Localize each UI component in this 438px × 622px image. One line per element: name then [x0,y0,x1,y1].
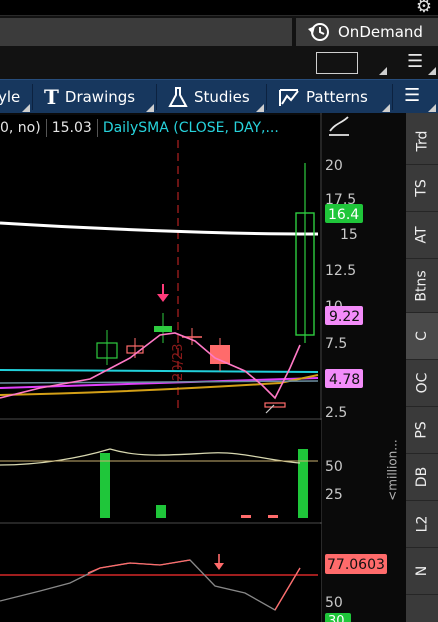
sidebar-tab-ts[interactable]: TS [406,165,438,212]
sidebar-tab-l2[interactable]: L2 [406,501,438,548]
toolbar-divider [392,84,393,110]
volume-unit-label: <million... [386,439,401,501]
ondemand-button[interactable]: OnDemand [296,18,438,46]
ondemand-label: OnDemand [338,23,423,41]
oscillator-pane [0,524,321,622]
right-sidebar: Trd TS AT Btns C OC PS DB L2 N [406,113,438,622]
header-bar: OnDemand [0,15,438,47]
sidebar-tab-db[interactable]: DB [406,454,438,501]
price-tick: 20 [325,158,343,174]
volume-bar [241,515,251,518]
axis-column [322,113,406,622]
svg-text:9.22: 9.22 [329,309,360,325]
svg-text:4.78: 4.78 [329,372,360,388]
sidebar-tab-ps[interactable]: PS [406,407,438,454]
layout-dropdown-icon[interactable] [379,67,387,75]
sidebar-tab-n[interactable]: N [406,548,438,595]
hamburger-dropdown-icon[interactable] [428,67,436,75]
sidebar-tab-at[interactable]: AT [406,212,438,259]
secondary-bar: ☰ [0,47,438,79]
chart-canvas[interactable]: 20/23 20 17.5 15 12.5 10 [0,113,406,622]
studies-dropdown-icon[interactable] [256,104,264,112]
price-tick: 12.5 [325,263,356,279]
flask-icon [168,87,188,107]
studies-button[interactable]: Studies [168,80,250,114]
patterns-button[interactable]: Patterns [278,80,368,114]
style-dropdown-icon[interactable] [22,104,30,112]
svg-text:30: 30 [328,614,345,622]
svg-text:16.4: 16.4 [328,207,359,223]
oscillator-tick: 50 [325,595,343,611]
toolbar-divider [266,84,267,110]
volume-bar [156,505,166,518]
price-value-bubble: 9.22 [325,306,363,325]
toolbar-menu-icon[interactable]: ☰ [404,85,420,106]
expand-chart-icon[interactable] [327,116,351,138]
volume-tick: 25 [325,487,343,503]
sidebar-tab-trd[interactable]: Trd [406,118,438,165]
patterns-label: Patterns [306,88,368,106]
sma-value-bubble: 16.4 [325,204,363,223]
volume-unit-label-wrap: <million... [381,420,405,520]
top-strip: ⚙ [0,0,438,17]
low-value-bubble: 4.78 [325,369,363,388]
patterns-icon [279,89,299,106]
sidebar-tab-btns[interactable]: Btns [406,259,438,313]
drawings-dropdown-icon[interactable] [146,104,154,112]
toolbar-divider [32,84,33,110]
svg-text:77.0603: 77.0603 [327,557,385,573]
volume-bar [100,453,110,518]
oscillator-value-bubble: 77.0603 [325,554,387,574]
sidebar-tab-oc[interactable]: OC [406,360,438,407]
price-tick: 15 [340,227,358,243]
drawings-t-icon: T [44,85,59,109]
toolbar-menu-dropdown-icon[interactable] [428,104,436,112]
drawings-label: Drawings [64,88,136,106]
style-label: yle [0,88,21,106]
layout-box-button[interactable] [316,52,358,74]
header-blank-panel [0,18,292,46]
hamburger-menu-icon[interactable]: ☰ [407,51,423,72]
style-button[interactable]: yle [0,80,20,114]
drawings-button[interactable]: T Drawings [44,80,135,114]
toolbar-divider [156,84,157,110]
ondemand-clock-icon [308,23,329,41]
date-cursor-label: 20/23 [171,344,186,381]
volume-bar [298,449,308,518]
volume-tick: 50 [325,459,343,475]
sidebar-tab-c[interactable]: C [406,313,438,360]
studies-label: Studies [194,88,250,106]
volume-bar [268,515,278,518]
chart-toolbar: yle T Drawings Studies Patterns ☰ [0,79,438,113]
patterns-dropdown-icon[interactable] [382,104,390,112]
oscillator-bottom-bubble: 30 [325,613,351,622]
price-tick: 7.5 [325,336,347,352]
price-tick: 2.5 [325,405,347,421]
